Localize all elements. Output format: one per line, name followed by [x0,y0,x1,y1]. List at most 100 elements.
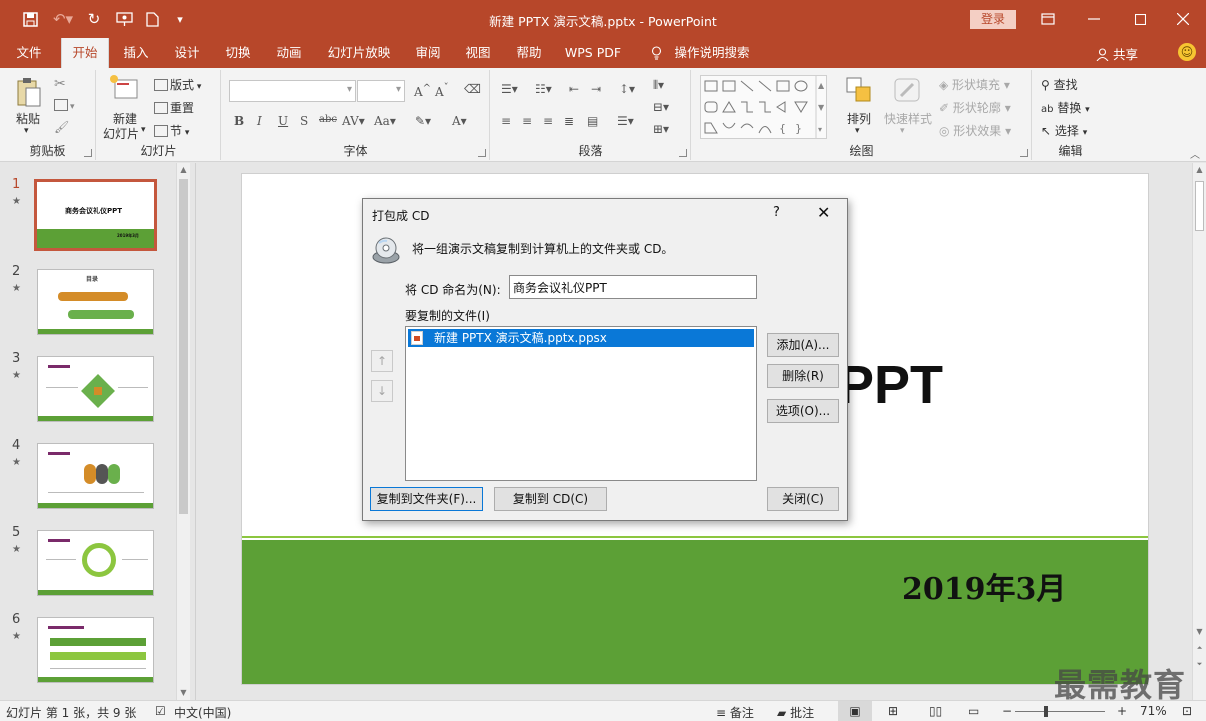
close-button[interactable]: 关闭(C) [767,487,839,511]
scroll-down-icon[interactable]: ▼ [1193,625,1206,639]
thumbnail-slide-3[interactable] [37,356,154,422]
font-color-icon[interactable]: A▾ [452,114,467,128]
line-spacing-icon[interactable]: ↕▾ [619,82,635,96]
slide-sorter-icon[interactable]: ⊞ [888,704,898,718]
thumbnails-scrollbar[interactable]: ▲ ▼ [176,163,190,700]
tab-transitions[interactable]: 切换 [214,38,262,68]
arrange-icon[interactable] [845,76,873,107]
fit-to-window-icon[interactable]: ⊡ [1182,704,1192,718]
tab-review[interactable]: 审阅 [404,38,452,68]
collapse-ribbon-icon[interactable]: ︿ [1190,146,1200,161]
move-up-button[interactable]: ↑ [371,350,393,372]
thumbnail-slide-6[interactable] [37,617,154,683]
arrange-dropdown-icon[interactable]: ▾ [855,126,860,136]
tab-wps-pdf[interactable]: WPS PDF [560,38,626,68]
zoom-in-icon[interactable]: + [1117,704,1127,718]
normal-view-icon[interactable]: ▣ [838,701,872,721]
align-left-icon[interactable]: ≡ [501,114,511,128]
files-to-copy-list[interactable]: 新建 PPTX 演示文稿.pptx.ppsx [405,326,757,481]
tab-view[interactable]: 视图 [454,38,502,68]
select-button[interactable]: ↖ 选择 ▾ [1041,122,1087,139]
slide-date[interactable]: 2019年3月 [902,564,1066,608]
align-center-icon[interactable]: ≡ [522,114,532,128]
maximize-icon[interactable] [1117,0,1163,38]
paste-icon[interactable] [15,76,43,111]
options-button[interactable]: 选项(O)... [767,399,839,423]
font-name-combo[interactable] [229,80,356,102]
thumbnail-slide-2[interactable]: 目录 [37,269,154,335]
scroll-thumb[interactable] [1195,181,1204,231]
change-case-icon[interactable]: Aa▾ [374,114,396,128]
add-button[interactable]: 添加(A)... [767,333,839,357]
thumbnail-slide-4[interactable] [37,443,154,509]
tell-me-search[interactable]: 操作说明搜索 [670,38,754,68]
move-down-button[interactable]: ↓ [371,380,393,402]
layout-button[interactable]: 版式 ▾ [154,76,201,93]
cd-name-input[interactable]: 商务会议礼仪PPT [509,275,757,299]
clear-format-icon[interactable]: ⌫ [464,82,481,96]
zoom-out-icon[interactable]: − [1002,704,1012,718]
zoom-slider-thumb[interactable] [1043,706,1048,717]
paste-dropdown-icon[interactable]: ▾ [24,126,29,136]
present-icon[interactable] [113,9,135,29]
increase-font-icon[interactable]: A^ [414,83,431,99]
new-slide-dropdown-icon[interactable]: ▾ [141,125,146,135]
char-spacing-icon[interactable]: AV▾ [342,114,365,128]
copy-to-folder-button[interactable]: 复制到文件夹(F)... [370,487,483,511]
copy-icon[interactable]: ▾ [54,98,75,112]
section-button[interactable]: 节 ▾ [154,122,189,139]
text-direction-icon[interactable]: ⫴▾ [653,78,664,93]
zoom-level[interactable]: 71% [1140,704,1167,718]
list-item[interactable]: 新建 PPTX 演示文稿.pptx.ppsx [408,329,754,347]
bold-icon[interactable]: B [234,114,244,128]
new-file-icon[interactable] [143,9,161,29]
ribbon-display-icon[interactable] [1025,0,1071,38]
slide-scrollbar[interactable]: ▲ ▼ ⏶ ⏷ [1192,163,1206,700]
new-slide-icon[interactable] [109,74,139,105]
numbering-icon[interactable]: ☷▾ [535,82,552,96]
minimize-icon[interactable] [1071,0,1117,38]
shadow-icon[interactable]: S [300,114,308,128]
login-button[interactable]: 登录 [970,10,1016,29]
align-text-icon[interactable]: ⊟▾ [653,100,669,114]
thumbnail-slide-1[interactable]: 商务会议礼仪PPT 2019年3月 [34,179,157,251]
customize-icon[interactable]: ▾ [172,9,188,29]
underline-icon[interactable]: U [278,114,288,128]
clipboard-launcher-icon[interactable] [84,149,92,157]
save-icon[interactable] [20,9,40,29]
remove-button[interactable]: 删除(R) [767,364,839,388]
scroll-up-icon[interactable]: ▲ [177,163,190,177]
reset-button[interactable]: 重置 [154,99,194,116]
highlight-icon[interactable]: ✎▾ [415,114,431,128]
feedback-smiley-icon[interactable]: ☺ [1178,43,1196,61]
increase-indent-icon[interactable]: ⇥ [591,82,601,96]
help-button[interactable]: ? [773,205,780,220]
language-indicator[interactable]: 中文(中国) [174,704,231,721]
tab-slideshow[interactable]: 幻灯片放映 [318,38,400,68]
shapes-gallery[interactable]: {} ▲ ▼ ▾ [700,75,827,139]
next-slide-icon[interactable]: ⏷ [1193,657,1206,671]
redo-icon[interactable]: ↻ [84,9,104,29]
font-size-combo[interactable] [357,80,405,102]
justify-icon[interactable]: ≣ [564,114,574,128]
zoom-slider[interactable] [1015,711,1105,712]
tab-insert[interactable]: 插入 [112,38,160,68]
columns-icon[interactable]: ☰▾ [617,114,634,128]
undo-icon[interactable]: ↶▾ [50,9,76,29]
scroll-thumb[interactable] [179,179,188,514]
dialog-close-button[interactable]: ✕ [817,203,830,222]
reading-view-icon[interactable]: ▯▯ [929,704,942,718]
smartart-icon[interactable]: ⊞▾ [653,122,669,136]
paragraph-launcher-icon[interactable] [679,149,687,157]
tab-design[interactable]: 设计 [163,38,211,68]
scroll-up-icon[interactable]: ▲ [1193,163,1206,177]
slideshow-view-icon[interactable]: ▭ [968,704,979,718]
decrease-font-icon[interactable]: Aˇ [435,83,449,99]
copy-to-cd-button[interactable]: 复制到 CD(C) [494,487,607,511]
comments-button[interactable]: ▰ 批注 [777,704,814,721]
find-button[interactable]: ⚲ 查找 [1041,76,1078,93]
tab-animations[interactable]: 动画 [265,38,313,68]
format-painter-icon[interactable]: 🖌 [54,120,69,134]
share-button[interactable]: 共享 [1096,44,1138,63]
bullets-icon[interactable]: ☰▾ [501,82,518,96]
